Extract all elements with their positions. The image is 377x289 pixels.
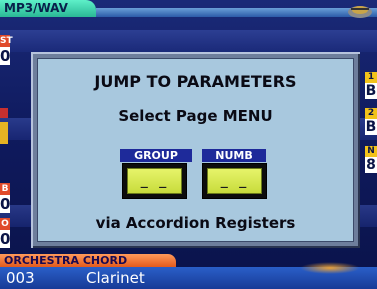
right-label-2: 2 — [365, 108, 377, 119]
right-label-n: N — [365, 146, 377, 157]
left-value-b[interactable]: 0 — [0, 195, 10, 213]
background-stripe — [0, 30, 377, 52]
left-marker — [0, 108, 8, 118]
group-label: GROUP — [120, 149, 192, 162]
dialog-footer: via Accordion Registers — [95, 214, 296, 232]
group-value: _ _ — [127, 168, 182, 194]
bottom-glow — [300, 262, 360, 274]
left-top-value[interactable]: 0 — [0, 47, 10, 65]
left-value-o[interactable]: 0 — [0, 230, 10, 248]
jump-to-parameters-dialog: JUMP TO PARAMETERS Select Page MENU GROU… — [31, 52, 360, 248]
right-value-1[interactable]: B — [365, 83, 377, 99]
left-marker — [0, 122, 8, 144]
sound-name: Clarinet — [86, 269, 145, 287]
top-header-bar — [96, 8, 377, 17]
dialog-subtitle: Select Page MENU — [118, 107, 273, 125]
right-value-n[interactable]: 8 — [365, 157, 377, 173]
accordion-icon — [348, 6, 372, 18]
left-label-b: B — [0, 183, 10, 195]
numb-label: NUMB — [202, 149, 266, 162]
numb-value: _ _ — [207, 168, 262, 194]
app-title-tab[interactable]: MP3/WAV — [0, 0, 96, 17]
instrument-screen: MP3/WAV ST 0 B 0 O 0 1 B 2 B N 8 JUMP TO… — [0, 0, 377, 289]
dialog-body: JUMP TO PARAMETERS Select Page MENU GROU… — [37, 58, 354, 242]
left-label-o: O — [0, 218, 10, 230]
group-field[interactable]: _ _ — [122, 163, 187, 199]
orchestra-chord-tab[interactable]: ORCHESTRA CHORD — [0, 254, 176, 267]
left-top-label: ST — [0, 35, 13, 47]
numb-field[interactable]: _ _ — [202, 163, 267, 199]
dialog-title: JUMP TO PARAMETERS — [94, 72, 297, 91]
right-value-2[interactable]: B — [365, 119, 377, 135]
sound-number: 003 — [6, 269, 35, 287]
right-label-1: 1 — [365, 72, 377, 83]
